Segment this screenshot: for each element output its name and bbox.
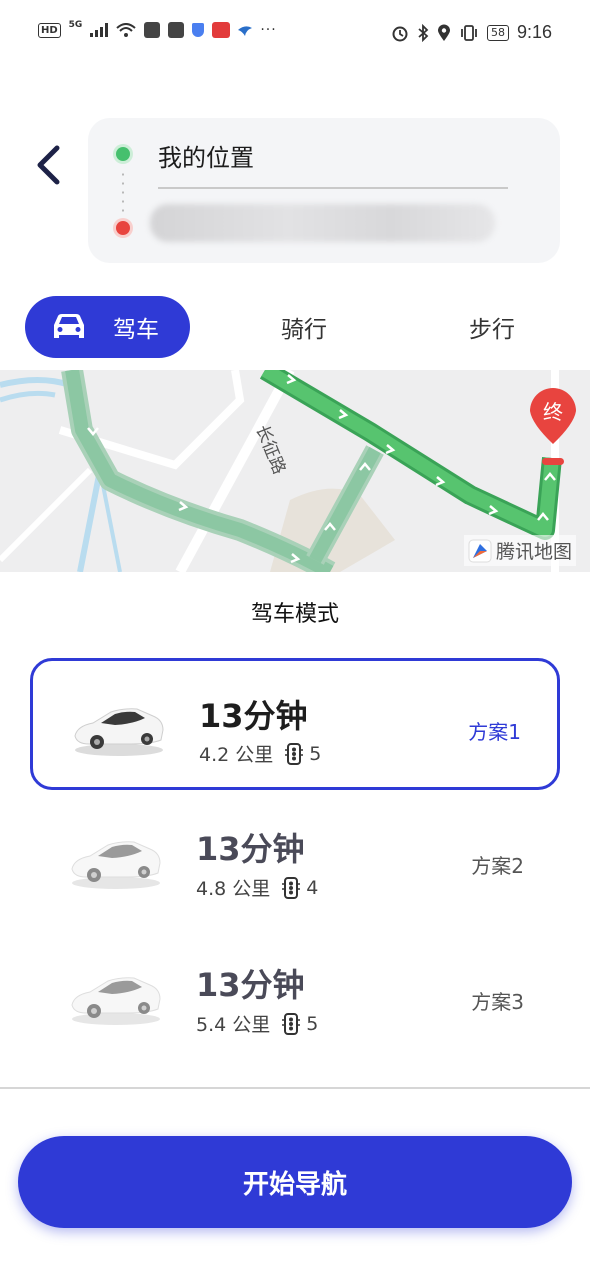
plan-traffic-lights: 5 [309,742,322,765]
clock: 9:16 [516,22,552,42]
car-icon [71,841,161,889]
vibrate-icon [461,24,477,41]
plan-meta: 4.8 公里 4 [196,874,318,901]
plan-distance: 5.4 公里 [196,1014,271,1036]
route-divider [158,187,508,189]
traffic-light-icon [282,1012,301,1035]
section-title: 驾车模式 [250,602,339,627]
back-button[interactable] [28,140,68,190]
bottom-divider [0,1087,590,1089]
pin-label: 终 [543,400,563,424]
destination-dot [116,221,130,235]
road-label: 长征路 [251,422,289,477]
shield-icon [192,23,205,37]
map-provider-logo: 腾讯地图 [463,535,576,566]
battery-indicator: 58 [486,24,509,41]
plan-traffic-lights: 5 [306,1012,319,1035]
route-plan-3[interactable]: 13分钟 5.4 公里 5 方案3 [30,930,560,1062]
destination-field[interactable] [150,204,495,242]
map-provider-name: 腾讯地图 [495,541,572,563]
plan-duration: 13分钟 [196,830,305,868]
car-icon [54,314,84,338]
origin-dot [116,147,130,161]
route-connector [122,170,124,212]
plan-name: 方案1 [468,720,521,744]
plan-name: 方案3 [471,990,524,1014]
tab-walk[interactable]: 步行 [469,310,515,344]
app-notification-icon [212,22,231,38]
status-left: HD 5G ··· [38,20,277,38]
status-right: 58 9:16 [391,22,552,43]
plan-distance: 4.2 公里 [199,744,274,766]
route-map[interactable]: 长征路 终 腾讯地图 [0,370,590,572]
plan-name: 方案2 [471,854,524,878]
start-navigation-button[interactable]: 开始导航 [18,1136,572,1228]
bird-icon [238,26,253,36]
car-icon [71,977,161,1025]
destination-pin[interactable]: 终 [526,384,580,446]
app-notification-icon [144,22,161,38]
status-bar: HD 5G ··· 58 9:16 [0,0,590,64]
more-icon: ··· [260,22,277,38]
signal-icon [90,23,109,37]
route-plan-1[interactable]: 13分钟 4.2 公里 5 方案1 [30,658,560,790]
alarm-icon [392,26,408,41]
hd-indicator: HD [38,22,61,38]
network-type: 5G [68,20,83,30]
plan-duration: 13分钟 [196,966,305,1004]
plan-distance: 4.8 公里 [196,878,271,900]
traffic-light-icon [282,876,301,899]
tab-drive[interactable]: 驾车 [25,296,190,358]
origin-field[interactable]: 我的位置 [158,138,254,173]
route-plan-2[interactable]: 13分钟 4.8 公里 4 方案2 [30,794,560,926]
traffic-light-icon [285,742,304,765]
travel-mode-tabs: 驾车 骑行 步行 [25,296,565,358]
plan-traffic-lights: 4 [306,876,319,899]
plan-meta: 5.4 公里 5 [196,1010,318,1037]
tab-ride[interactable]: 骑行 [281,310,327,344]
plan-duration: 13分钟 [199,697,308,735]
plan-meta: 4.2 公里 5 [199,740,321,767]
compass-icon [468,539,492,562]
bluetooth-icon [418,23,429,42]
location-icon [437,24,450,41]
tab-drive-label: 驾车 [113,317,159,343]
app-notification-icon [168,22,185,38]
route-card: 我的位置 [88,118,560,263]
wifi-icon [116,23,136,37]
chevron-left-icon [37,145,60,185]
car-icon [74,708,164,756]
